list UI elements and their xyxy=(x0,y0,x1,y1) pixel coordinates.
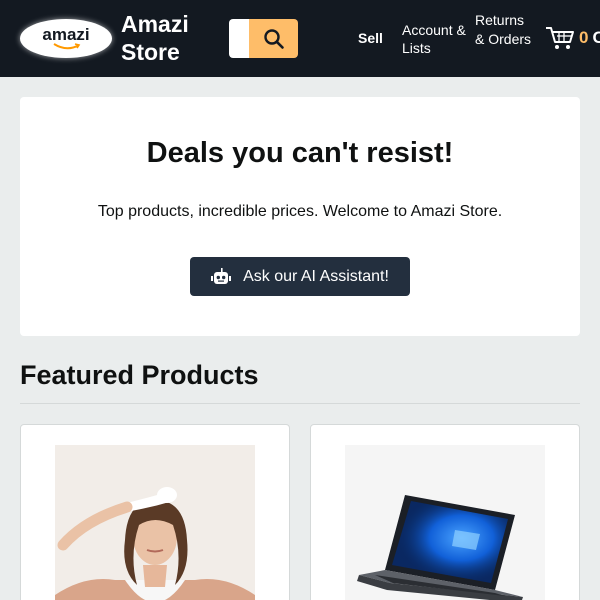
robot-icon xyxy=(211,267,232,284)
nav-sell-link[interactable]: Sell xyxy=(358,30,383,46)
featured-products-title: Featured Products xyxy=(20,360,259,390)
product-image-fashion-model[interactable] xyxy=(55,445,255,600)
search-icon xyxy=(263,28,284,49)
logo[interactable]: amazi xyxy=(20,19,112,58)
hero-subtitle: Top products, incredible prices. Welcome… xyxy=(97,203,503,220)
product-card[interactable] xyxy=(20,424,290,600)
logo-smile-icon xyxy=(53,43,81,50)
hero-title: Deals you can't resist! xyxy=(146,137,454,169)
store-name[interactable]: Amazi Store xyxy=(121,10,211,66)
navbar: amazi Amazi Store Sell Account & Lists R… xyxy=(0,0,600,77)
nav-returns-link[interactable]: Returns & Orders xyxy=(475,11,531,49)
nav-account-link[interactable]: Account & Lists xyxy=(402,21,468,57)
cart-icon xyxy=(546,27,574,49)
hero-banner: Deals you can't resist! Top products, in… xyxy=(20,97,580,336)
product-card[interactable] xyxy=(310,424,580,600)
cart-label: C xyxy=(592,28,600,47)
logo-text: amazi xyxy=(42,25,90,44)
cart-button[interactable]: 0 C xyxy=(545,25,600,51)
product-image-laptop[interactable] xyxy=(345,445,545,600)
ai-assistant-button-label: Ask our AI Assistant! xyxy=(243,267,389,285)
section-divider xyxy=(20,403,580,404)
search-input[interactable] xyxy=(229,19,249,58)
ai-assistant-button[interactable]: Ask our AI Assistant! xyxy=(190,257,410,296)
cart-count: 0 xyxy=(579,28,589,47)
search-button[interactable] xyxy=(249,19,298,58)
